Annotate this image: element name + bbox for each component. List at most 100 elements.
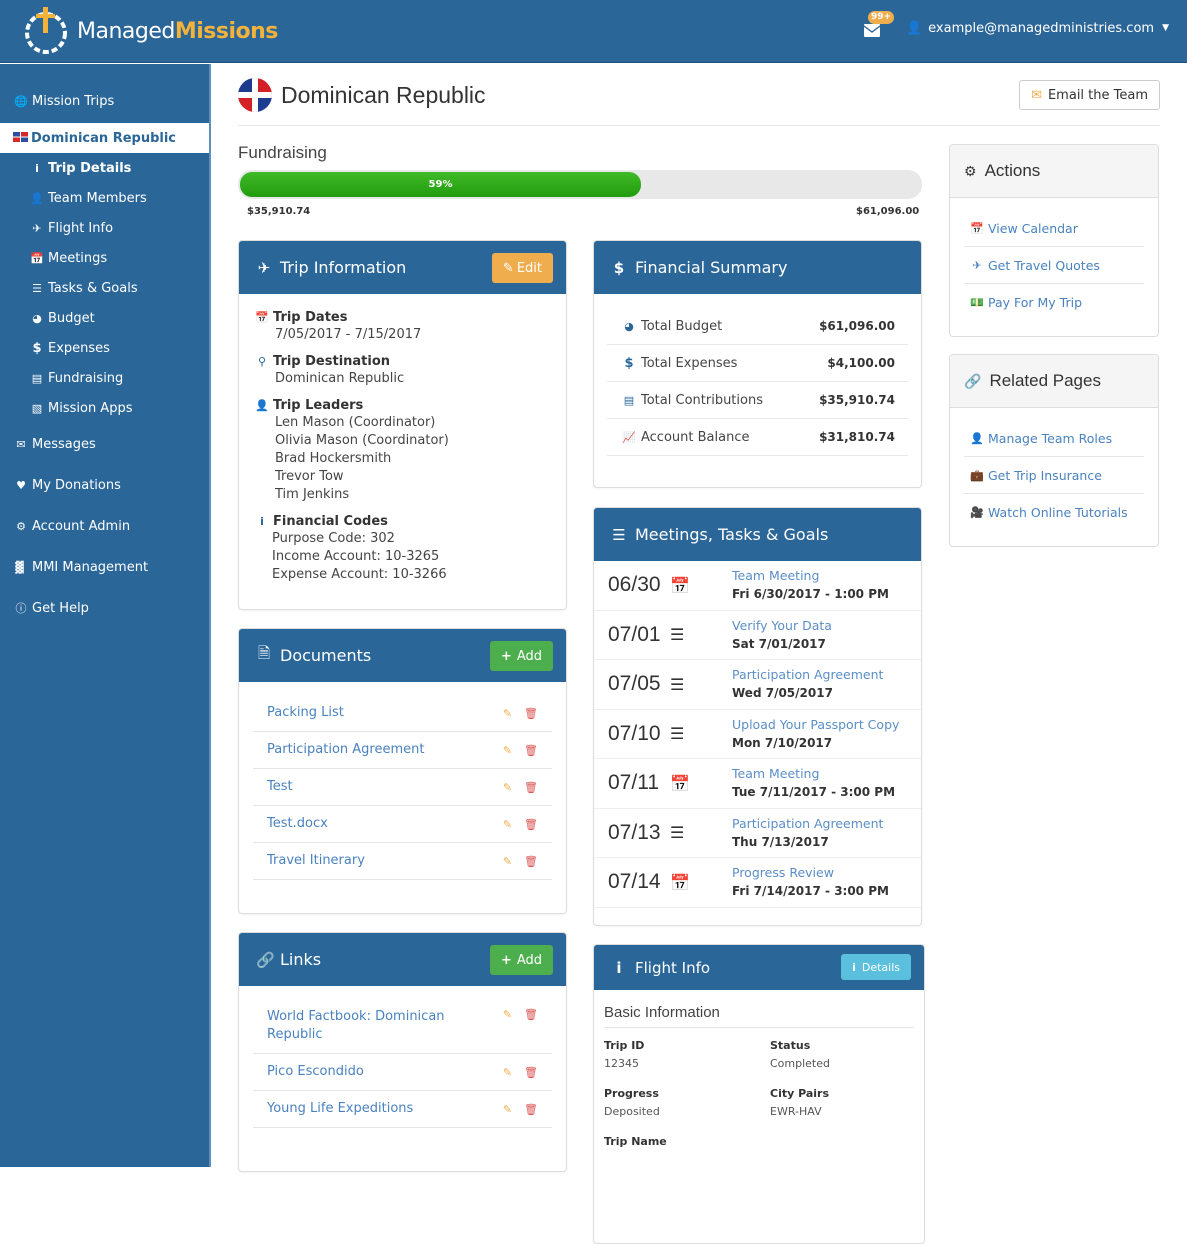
trash-icon[interactable]: 🗑: [524, 818, 538, 831]
item-link[interactable]: Test: [267, 778, 293, 796]
item-title-link[interactable]: Progress Review: [732, 865, 834, 880]
trash-icon[interactable]: 🗑: [524, 744, 538, 757]
sidebar-item-label: My Donations: [32, 477, 121, 493]
sidebar-item-expenses[interactable]: $ Expenses: [0, 333, 209, 363]
country-flag-icon: [238, 78, 272, 112]
item-title-link[interactable]: Participation Agreement: [732, 667, 883, 682]
sidebar-item-flight-info[interactable]: ✈ Flight Info: [0, 213, 209, 243]
view-calendar-link[interactable]: 📅 View Calendar: [964, 210, 1144, 247]
section-label: Trip Leaders: [273, 397, 364, 413]
sidebar-item-mission-apps[interactable]: ▧ Mission Apps: [0, 393, 209, 423]
item-link[interactable]: Pico Escondido: [267, 1063, 364, 1081]
item-link[interactable]: Packing List: [267, 704, 344, 722]
trip-id-field: Trip ID 12345: [604, 1038, 770, 1074]
plane-icon: ✈: [32, 221, 42, 235]
pencil-icon[interactable]: ✎: [503, 781, 512, 794]
trash-icon[interactable]: 🗑: [524, 1008, 538, 1021]
item-date: 07/13: [608, 820, 661, 844]
item-link[interactable]: Travel Itinerary: [267, 852, 365, 870]
basic-information-heading: Basic Information: [604, 990, 914, 1028]
gears-icon: ⚙: [964, 162, 977, 179]
financial-code: Income Account: 10-3265: [272, 549, 440, 564]
details-button[interactable]: i Details: [841, 954, 911, 980]
pencil-icon: ✎: [502, 260, 514, 276]
logo[interactable]: ManagedMissions: [20, 5, 278, 57]
item-link[interactable]: World Factbook: Dominican Republic: [267, 1008, 467, 1044]
sidebar-item-label: Dominican Republic: [31, 130, 177, 146]
add-document-button[interactable]: + Add: [489, 641, 553, 671]
trash-icon[interactable]: 🗑: [524, 855, 538, 868]
envelope-icon: [863, 24, 880, 37]
edit-button[interactable]: ✎ Edit: [491, 253, 553, 283]
item-title-link[interactable]: Participation Agreement: [732, 816, 883, 831]
item-datetime: Mon 7/10/2017: [732, 735, 833, 750]
sidebar-item-label: Mission Apps: [48, 400, 133, 416]
total-contributions-row: ▤ Total Contributions $35,910.74: [607, 382, 908, 419]
add-link-button[interactable]: + Add: [489, 945, 553, 975]
sidebar-item-budget[interactable]: ◕ Budget: [0, 303, 209, 333]
pencil-icon[interactable]: ✎: [503, 818, 512, 831]
sidebar-item-label: Expenses: [48, 340, 110, 356]
sidebar-item-meetings[interactable]: 📅 Meetings: [0, 243, 209, 273]
sidebar-item-label: Account Admin: [32, 518, 131, 534]
sidebar-item-label: Get Help: [32, 600, 89, 616]
sidebar-item-messages[interactable]: ✉ Messages: [0, 429, 209, 459]
sidebar-item-my-donations[interactable]: ♥ My Donations: [0, 470, 209, 500]
trash-icon[interactable]: 🗑: [524, 1066, 538, 1079]
sidebar-item-team-members[interactable]: 👤 Team Members: [0, 183, 209, 213]
pie-chart-icon: ◕: [32, 311, 42, 325]
item-title-link[interactable]: Team Meeting: [732, 766, 819, 781]
user-icon: 👤: [30, 191, 44, 205]
trash-icon[interactable]: 🗑: [524, 707, 538, 720]
map-marker-icon: ⚲: [257, 354, 267, 368]
sidebar-item-trip-details[interactable]: i Trip Details: [0, 153, 209, 183]
pencil-icon[interactable]: ✎: [503, 1008, 512, 1021]
list-icon: ☰: [32, 281, 42, 295]
get-travel-quotes-link[interactable]: ✈ Get Travel Quotes: [964, 247, 1144, 284]
sidebar-item-get-help[interactable]: ⓘ Get Help: [0, 593, 209, 623]
trash-icon[interactable]: 🗑: [524, 1103, 538, 1116]
watch-online-tutorials-link[interactable]: 🎥 Watch Online Tutorials: [964, 494, 1144, 531]
pencil-icon[interactable]: ✎: [503, 855, 512, 868]
row-value: $35,910.74: [819, 393, 895, 407]
divider: [238, 125, 1160, 126]
document-row: Travel Itinerary ✎ 🗑: [253, 843, 552, 880]
pencil-icon[interactable]: ✎: [503, 744, 512, 757]
brand-part1: Managed: [77, 18, 175, 44]
item-title-link[interactable]: Team Meeting: [732, 568, 819, 583]
sidebar-item-account-admin[interactable]: ⚙ Account Admin: [0, 511, 209, 541]
item-link[interactable]: Test.docx: [267, 815, 328, 833]
caret-down-icon[interactable]: ▼: [1162, 23, 1169, 33]
sidebar-item-mission-trips[interactable]: 🌐 Mission Trips: [0, 86, 209, 116]
sidebar-item-mmi-management[interactable]: ▓ MMI Management: [0, 552, 209, 582]
item-title-link[interactable]: Verify Your Data: [732, 618, 832, 633]
email-team-label: Email the Team: [1047, 87, 1148, 103]
panel-title: Flight Info: [635, 958, 711, 977]
item-link[interactable]: Young Life Expeditions: [267, 1100, 413, 1118]
total-budget-row: ◕ Total Budget $61,096.00: [607, 308, 908, 345]
meeting-task-row: 07/14 📅 Progress Review Fri 7/14/2017 - 3:0…: [594, 858, 921, 908]
list-icon: ☰: [612, 525, 626, 544]
manage-team-roles-link[interactable]: 👤 Manage Team Roles: [964, 420, 1144, 457]
pencil-icon[interactable]: ✎: [503, 1066, 512, 1079]
item-link[interactable]: Participation Agreement: [267, 741, 425, 759]
get-trip-insurance-link[interactable]: 💼 Get Trip Insurance: [964, 457, 1144, 494]
row-value: $31,810.74: [819, 430, 895, 444]
list-icon: ☰: [670, 625, 685, 645]
messages-button[interactable]: 99+: [863, 11, 895, 39]
sidebar-item-fundraising[interactable]: ▤ Fundraising: [0, 363, 209, 393]
list-icon: ☰: [670, 674, 685, 694]
sidebar-item-tasks-goals[interactable]: ☰ Tasks & Goals: [0, 273, 209, 303]
item-title-link[interactable]: Upload Your Passport Copy: [732, 717, 899, 732]
amount-raised: $35,910.74: [247, 206, 311, 217]
field-value: EWR-HAV: [770, 1105, 822, 1118]
pay-for-my-trip-link[interactable]: 💵 Pay For My Trip: [964, 284, 1144, 321]
pencil-icon[interactable]: ✎: [503, 1103, 512, 1116]
trip-destination-section: ⚲ Trip Destination Dominican Republic: [255, 352, 566, 388]
pencil-icon[interactable]: ✎: [503, 707, 512, 720]
user-menu[interactable]: example@managedministries.com: [928, 21, 1154, 36]
email-team-button[interactable]: ✉ Email the Team: [1019, 80, 1160, 110]
progress-fill: 59%: [240, 172, 641, 197]
trash-icon[interactable]: 🗑: [524, 781, 538, 794]
sidebar-item-dominican-republic[interactable]: Dominican Republic: [0, 123, 209, 153]
